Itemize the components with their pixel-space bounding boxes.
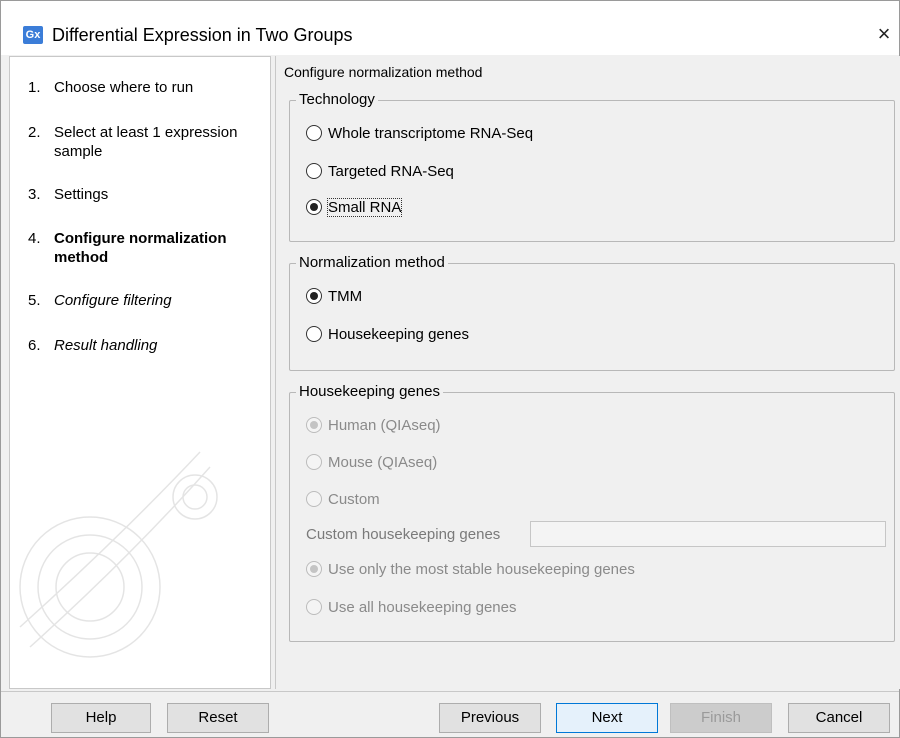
step-label: Settings [54,186,109,203]
button-bar: Help Reset Previous Next Finish Cancel [1,691,899,737]
radio-label: Custom [328,490,380,508]
step-label: Result handling [54,337,158,354]
radio-button-icon[interactable] [306,125,322,141]
radio-button-checked-icon[interactable] [306,417,322,433]
app-logo-icon: Gx [23,26,43,44]
next-button[interactable]: Next [556,703,658,733]
step-configure-filtering: 5. Configure filtering [28,291,264,310]
radio-label: Housekeeping genes [328,325,469,343]
radio-label: TMM [328,287,363,305]
step-choose-where-to-run: 1. Choose where to run [28,78,264,97]
step-select-sample: 2. Select at least 1 expression sample [28,123,264,161]
custom-housekeeping-genes-input[interactable] [530,521,886,547]
normalization-method-group: Normalization method TMM Housekeeping ge… [289,254,895,371]
radio-button-checked-icon[interactable] [306,288,322,304]
radio-small-rna[interactable]: Small RNA [306,197,403,217]
step-result-handling: 6. Result handling [28,336,264,355]
step-number: 3. [28,186,41,203]
step-label: Configure filtering [54,292,172,309]
step-label: Select at least 1 expression sample [54,124,238,160]
radio-tmm[interactable]: TMM [306,286,362,306]
housekeeping-genes-group: Housekeeping genes Human (QIAseq) Mouse … [289,383,895,642]
title-bar: Gx Differential Expression in Two Groups… [1,1,899,55]
step-number: 5. [28,292,41,309]
radio-button-icon[interactable] [306,599,322,615]
step-label: Configure normalization method [54,230,227,266]
radio-targeted-rna-seq[interactable]: Targeted RNA-Seq [306,161,454,181]
main-content: Configure normalization method Technolog… [275,56,900,689]
step-number: 6. [28,337,41,354]
radio-label: Human (QIAseq) [328,416,441,434]
section-title: Configure normalization method [284,64,483,80]
step-configure-normalization: 4. Configure normalization method [28,229,264,267]
radio-button-icon[interactable] [306,491,322,507]
step-number: 2. [28,124,41,141]
radio-whole-transcriptome[interactable]: Whole transcriptome RNA-Seq [306,123,533,143]
technology-group: Technology Whole transcriptome RNA-Seq T… [289,91,895,242]
radio-human-qiaseq[interactable]: Human (QIAseq) [306,415,441,435]
radio-all-housekeeping-genes[interactable]: Use all housekeeping genes [306,597,516,617]
step-label: Choose where to run [54,79,194,96]
radio-button-checked-icon[interactable] [306,199,322,215]
radio-button-icon[interactable] [306,163,322,179]
cancel-button[interactable]: Cancel [788,703,890,733]
window-title: Differential Expression in Two Groups [52,25,353,45]
radio-label: Use all housekeeping genes [328,598,517,616]
step-number: 4. [28,230,41,247]
group-title: Normalization method [296,254,448,272]
radio-button-checked-icon[interactable] [306,561,322,577]
radio-button-icon[interactable] [306,326,322,342]
radio-label: Mouse (QIAseq) [328,453,438,471]
help-button[interactable]: Help [51,703,151,733]
radio-label: Small RNA [326,197,403,217]
reset-button[interactable]: Reset [167,703,269,733]
custom-housekeeping-genes-label: Custom housekeeping genes [306,526,501,543]
dna-swirl-watermark-icon [19,451,218,658]
step-number: 1. [28,79,41,96]
group-title: Technology [296,91,378,109]
radio-label: Use only the most stable housekeeping ge… [328,560,635,578]
radio-label: Whole transcriptome RNA-Seq [328,124,534,142]
dialog-window: Gx Differential Expression in Two Groups… [0,0,900,738]
radio-label: Targeted RNA-Seq [328,162,454,180]
close-button[interactable]: × [871,21,897,47]
radio-housekeeping-genes[interactable]: Housekeeping genes [306,324,469,344]
radio-custom[interactable]: Custom [306,489,380,509]
previous-button[interactable]: Previous [439,703,541,733]
radio-button-icon[interactable] [306,454,322,470]
finish-button[interactable]: Finish [670,703,772,733]
step-settings: 3. Settings [28,185,264,204]
wizard-steps-panel: 1. Choose where to run 2. Select at least … [9,56,271,689]
group-title: Housekeeping genes [296,383,443,401]
radio-most-stable-genes[interactable]: Use only the most stable housekeeping ge… [306,559,635,579]
radio-mouse-qiaseq[interactable]: Mouse (QIAseq) [306,452,437,472]
